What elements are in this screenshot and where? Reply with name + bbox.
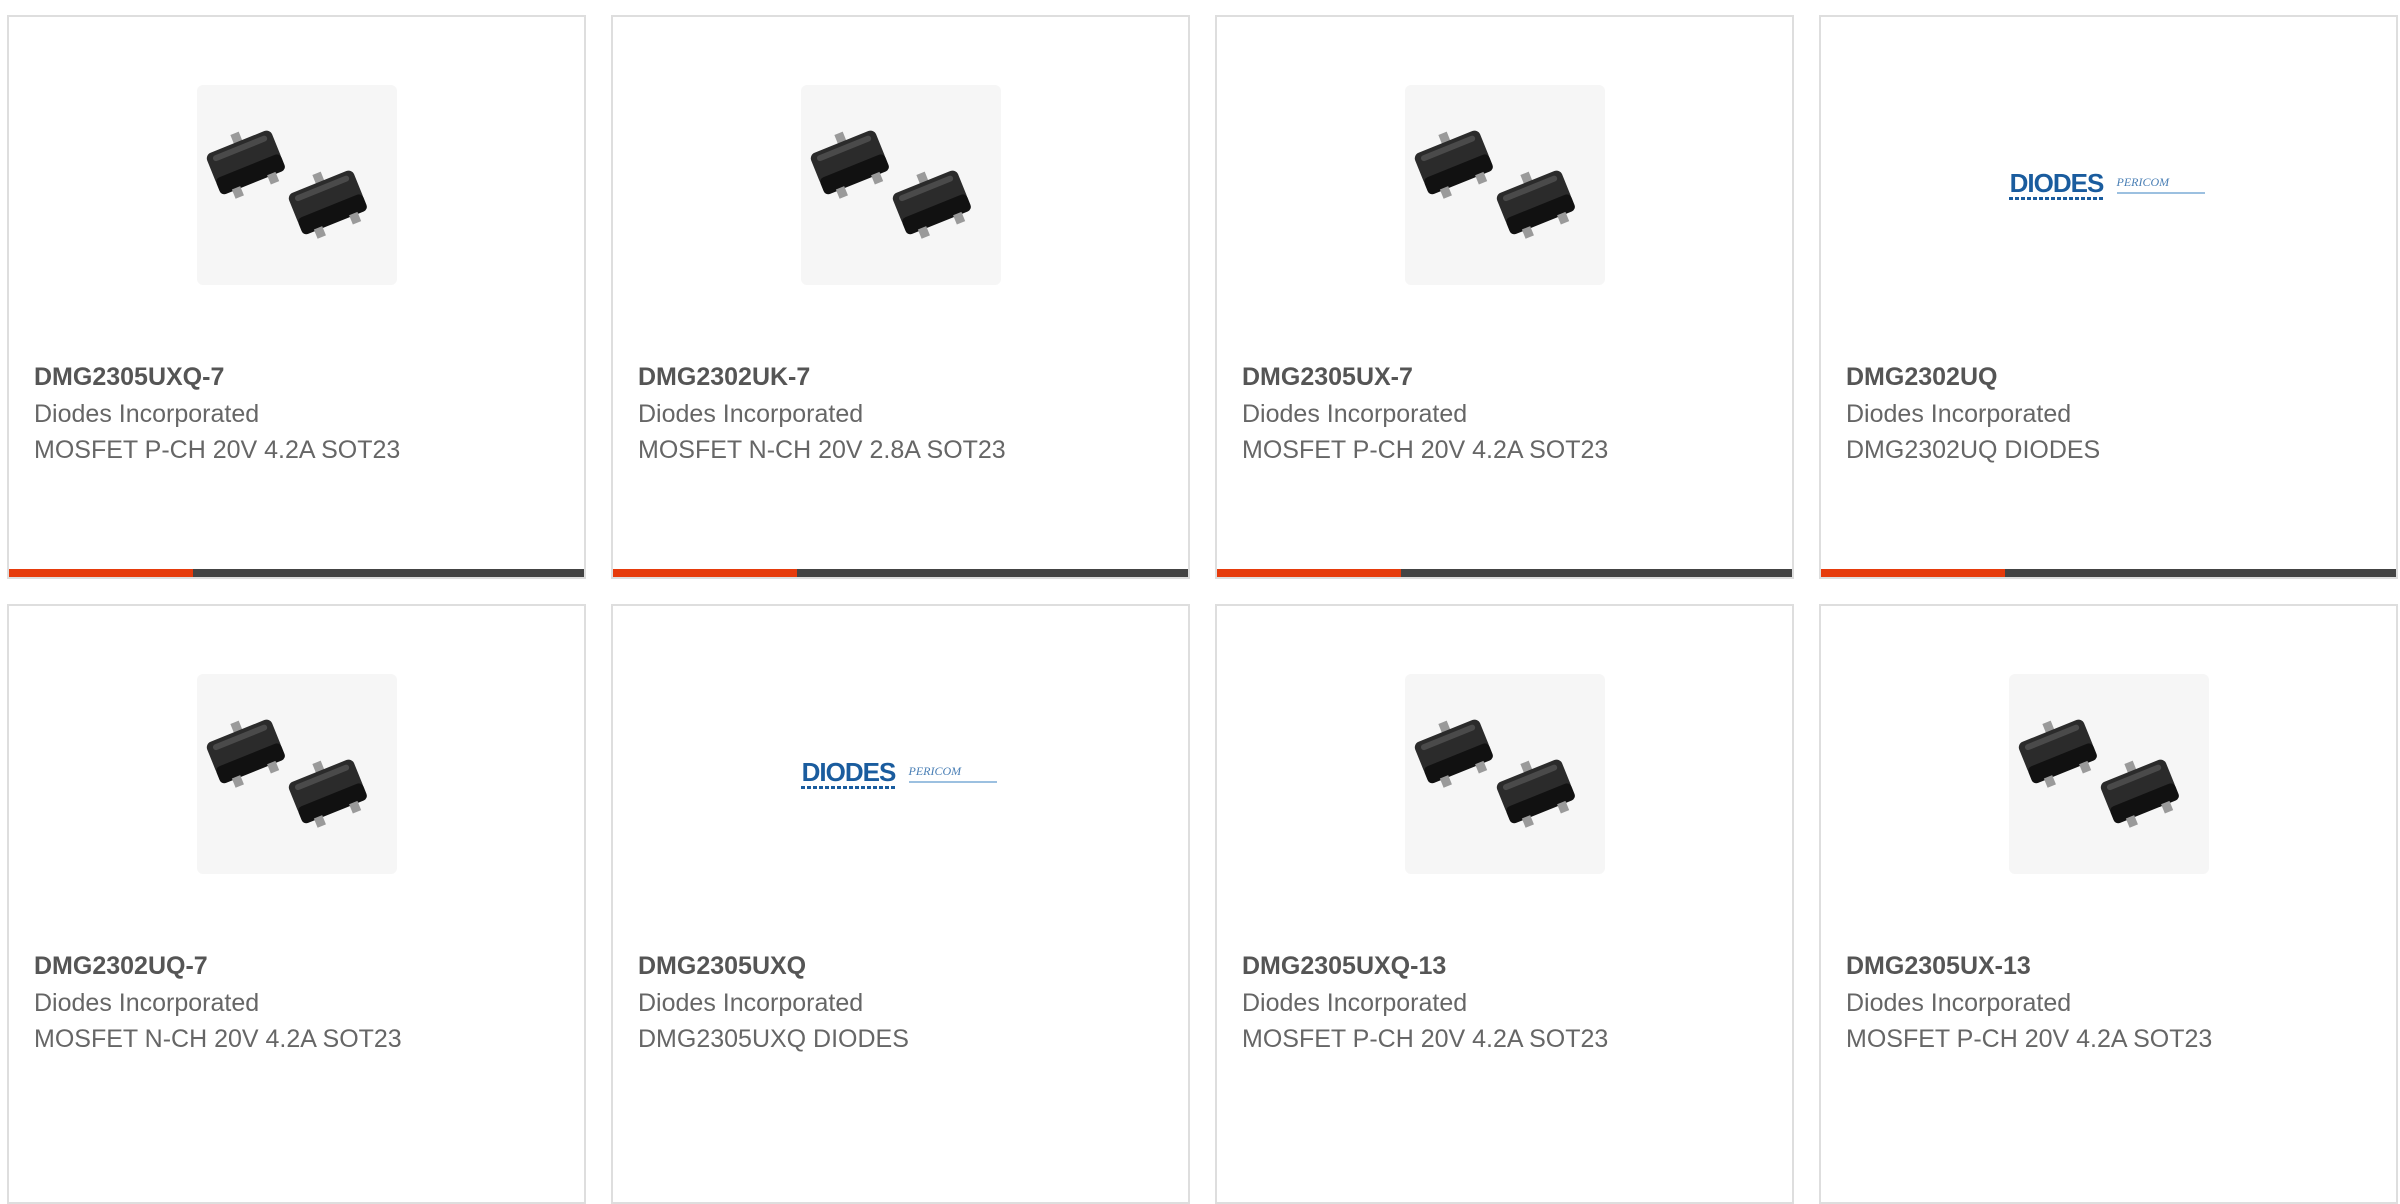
part-number[interactable]: DMG2302UQ — [1846, 360, 1997, 394]
product-card[interactable]: DMG2305UX-13 Diodes Incorporated MOSFET … — [1819, 604, 2398, 1204]
sot23-package-image[interactable] — [800, 85, 1001, 285]
product-image-wrap: DIODES PERICOM — [1821, 85, 2396, 285]
description: MOSFET P-CH 20V 4.2A SOT23 — [1846, 1025, 2213, 1053]
sot23-package-image[interactable] — [1404, 85, 1605, 285]
product-image-wrap — [1821, 674, 2396, 874]
sot23-package-icon — [2018, 719, 2179, 828]
sot23-package-icon — [1414, 130, 1575, 239]
part-number[interactable]: DMG2305UXQ — [638, 949, 806, 983]
product-image-wrap — [9, 85, 584, 285]
sot23-package-icon — [206, 719, 367, 828]
sot23-package-image[interactable] — [196, 674, 397, 874]
product-card[interactable]: DIODES PERICOM DMG2305UXQ Diodes Incorpo… — [611, 604, 1190, 1204]
progress-bar — [613, 569, 1188, 577]
description: DMG2305UXQ DIODES — [638, 1025, 909, 1053]
product-card[interactable]: DMG2302UQ-7 Diodes Incorporated MOSFET N… — [7, 604, 586, 1204]
description: MOSFET P-CH 20V 4.2A SOT23 — [1242, 1025, 1609, 1053]
part-number[interactable]: DMG2305UXQ-7 — [34, 360, 224, 394]
product-image-wrap — [9, 674, 584, 874]
sot23-package-icon — [810, 130, 971, 239]
diodes-pericom-logo[interactable]: DIODES PERICOM — [2008, 167, 2209, 200]
progress-fill — [613, 569, 797, 577]
sot23-package-icon — [206, 130, 367, 239]
description: MOSFET P-CH 20V 4.2A SOT23 — [1242, 436, 1609, 464]
product-card[interactable]: DMG2302UK-7 Diodes Incorporated MOSFET N… — [611, 15, 1190, 579]
sot23-package-image[interactable] — [1404, 674, 1605, 874]
progress-fill — [1217, 569, 1401, 577]
manufacturer: Diodes Incorporated — [638, 989, 864, 1017]
description: DMG2302UQ DIODES — [1846, 436, 2101, 464]
product-card[interactable]: DMG2305UXQ-13 Diodes Incorporated MOSFET… — [1215, 604, 1794, 1204]
description: MOSFET N-CH 20V 4.2A SOT23 — [34, 1025, 402, 1053]
manufacturer: Diodes Incorporated — [1242, 400, 1468, 428]
sot23-package-image[interactable] — [2008, 674, 2209, 874]
progress-bar — [1217, 569, 1792, 577]
diodes-pericom-logo[interactable]: DIODES PERICOM — [800, 756, 1001, 789]
product-image-wrap — [1217, 85, 1792, 285]
sot23-package-icon — [1414, 719, 1575, 828]
part-number[interactable]: DMG2305UX-7 — [1242, 360, 1413, 394]
product-card[interactable]: DIODES PERICOM DMG2302UQ Diodes Incorpor… — [1819, 15, 2398, 579]
product-image-wrap — [613, 85, 1188, 285]
description: MOSFET P-CH 20V 4.2A SOT23 — [34, 436, 401, 464]
manufacturer: Diodes Incorporated — [638, 400, 864, 428]
product-image-wrap: DIODES PERICOM — [613, 674, 1188, 874]
part-number[interactable]: DMG2302UQ-7 — [34, 949, 208, 983]
product-card[interactable]: DMG2305UXQ-7 Diodes Incorporated MOSFET … — [7, 15, 586, 579]
part-number[interactable]: DMG2305UXQ-13 — [1242, 949, 1446, 983]
progress-fill — [9, 569, 193, 577]
progress-bar — [9, 569, 584, 577]
manufacturer: Diodes Incorporated — [1846, 989, 2072, 1017]
sot23-package-image[interactable] — [196, 85, 397, 285]
product-image-wrap — [1217, 674, 1792, 874]
manufacturer: Diodes Incorporated — [34, 400, 260, 428]
part-number[interactable]: DMG2302UK-7 — [638, 360, 810, 394]
manufacturer: Diodes Incorporated — [34, 989, 260, 1017]
brand-logo-main: DIODES — [2009, 167, 2105, 198]
progress-fill — [1821, 569, 2005, 577]
manufacturer: Diodes Incorporated — [1242, 989, 1468, 1017]
part-number[interactable]: DMG2305UX-13 — [1846, 949, 2031, 983]
progress-bar — [1821, 569, 2396, 577]
brand-logo-sub: PERICOM — [2116, 175, 2170, 189]
brand-logo-sub: PERICOM — [908, 764, 962, 778]
manufacturer: Diodes Incorporated — [1846, 400, 2072, 428]
description: MOSFET N-CH 20V 2.8A SOT23 — [638, 436, 1006, 464]
brand-logo-main: DIODES — [801, 756, 897, 787]
product-grid: DMG2305UXQ-7 Diodes Incorporated MOSFET … — [7, 15, 2400, 1204]
product-card[interactable]: DMG2305UX-7 Diodes Incorporated MOSFET P… — [1215, 15, 1794, 579]
